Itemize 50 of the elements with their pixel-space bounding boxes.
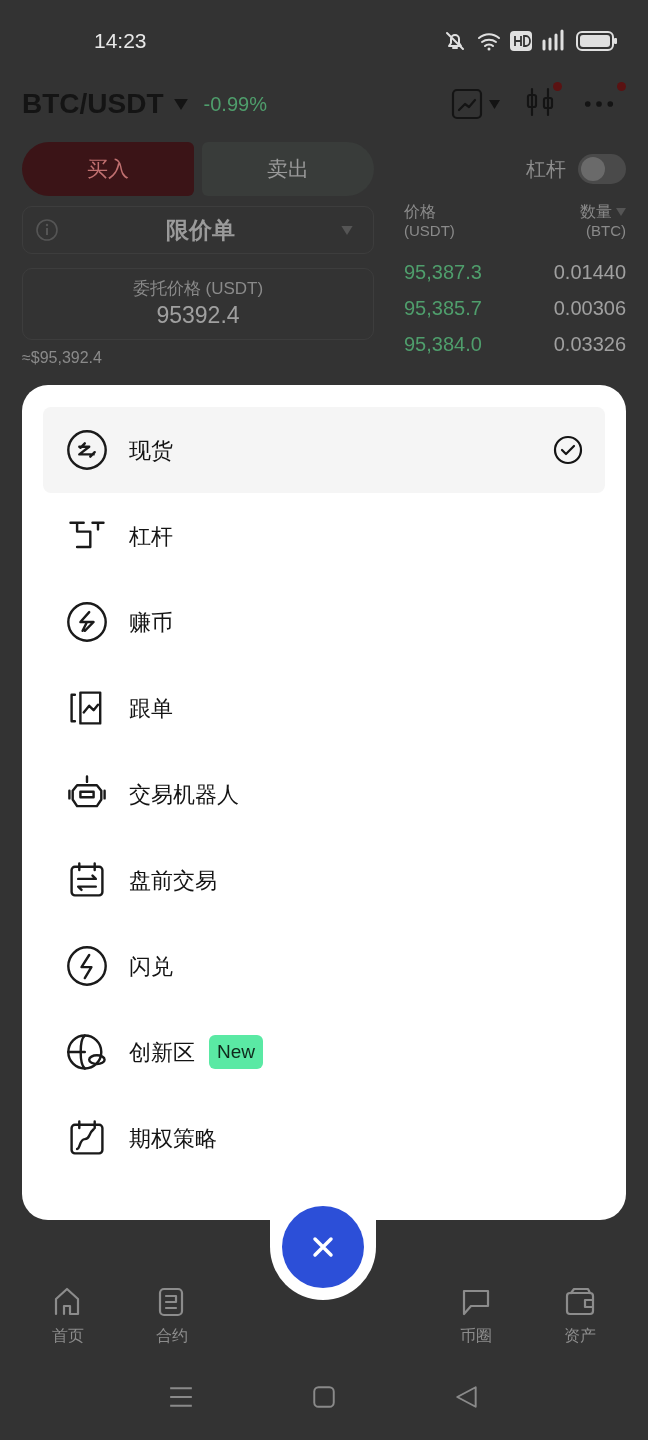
ask-amount: 0.00306 [553,296,626,321]
candlestick-icon[interactable] [524,86,556,118]
close-icon [311,1235,335,1259]
lightning-circle-icon [65,944,109,988]
price-change: -0.99% [203,92,267,117]
caret-icon [341,225,353,235]
swap-circle-icon [65,428,109,472]
recent-apps-icon[interactable] [168,1384,195,1410]
nav-label[interactable]: 资产 [564,1324,596,1348]
ask-price: 95,385.7 [404,296,482,321]
menu-item[interactable]: 杠杆 [43,493,605,579]
hd-icon [510,31,532,51]
price-field[interactable]: 委托价格 (USDT) 95392.4 [22,268,374,340]
leverage-label: 杠杆 [526,157,566,182]
caret-icon[interactable] [489,99,500,109]
ask-amount: 0.01440 [553,260,626,285]
menu-item[interactable]: 现货 [43,407,605,493]
new-badge: New [209,1035,263,1069]
caret-icon[interactable] [616,207,626,216]
chart-icon[interactable] [451,88,483,120]
column-unit: (USDT) [404,221,455,240]
leverage-switch[interactable] [578,154,626,184]
back-icon[interactable] [453,1384,480,1410]
battery-icon [576,30,618,52]
ask-price: 95,384.0 [404,332,482,357]
side-tab[interactable]: 卖出 [202,142,374,196]
home-nav-icon[interactable] [311,1384,337,1410]
nav-label[interactable]: 币圈 [460,1324,492,1348]
ask-amount: 0.03326 [553,332,626,357]
caret-icon[interactable] [173,98,188,110]
menu-item[interactable]: 赚币 [43,579,605,665]
more-icon[interactable] [584,100,614,108]
menu-item[interactable]: 交易机器人 [43,751,605,837]
menu-item[interactable]: 创新区 New [43,1009,605,1095]
menu-item[interactable]: 盘前交易 [43,837,605,923]
check-circle-icon [553,435,583,465]
menu-item[interactable]: 闪兑 [43,923,605,1009]
column-unit: (BTC) [586,221,626,240]
info-icon [35,218,59,242]
order-type-select[interactable]: 限价单 [22,206,374,254]
nav-label[interactable]: 首页 [52,1324,84,1348]
approx-value: ≈$95,392.4 [22,348,103,368]
menu-item[interactable]: 期权策略 [43,1095,605,1181]
column-header: 数量 [580,202,612,221]
status-time: 14:23 [94,28,147,55]
nav-label[interactable]: 合约 [156,1324,188,1348]
ask-price: 95,387.3 [404,260,482,285]
column-header: 价格 [404,202,436,221]
side-tab[interactable]: 买入 [22,142,194,196]
menu-item[interactable]: 跟单 [43,665,605,751]
